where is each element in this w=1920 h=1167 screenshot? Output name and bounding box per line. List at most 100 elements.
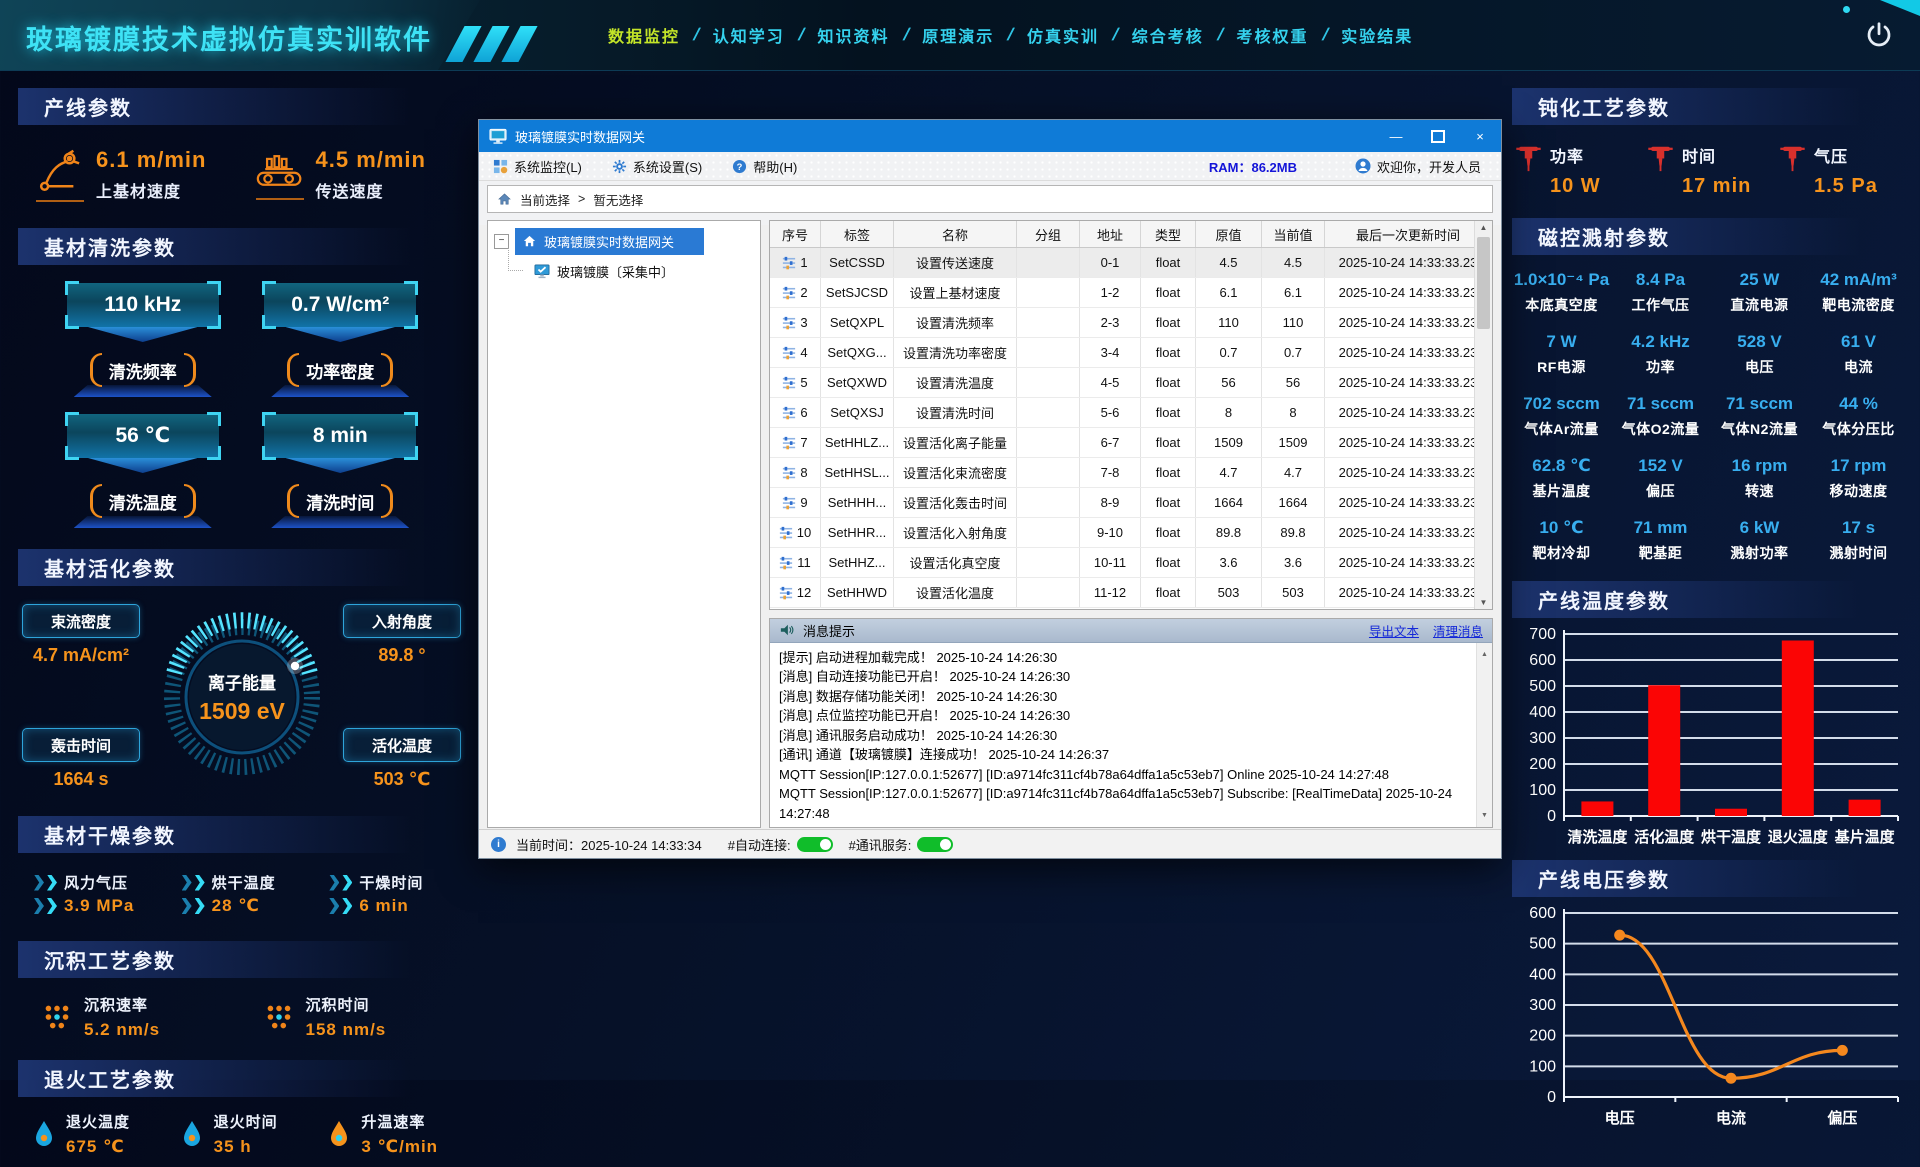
drying-row: 风力气压3.9 MPa烘干温度28 ℃干燥时间6 min — [18, 853, 465, 941]
sputtering-value: 1.0×10⁻⁴ Pa — [1512, 270, 1611, 290]
table-row[interactable]: 12SetHHWD设置活化温度11-12float5035032025-10-2… — [770, 578, 1492, 608]
maximize-button[interactable] — [1417, 120, 1459, 152]
tree-root-node[interactable]: 玻璃镀膜实时数据网关 — [515, 228, 704, 255]
table-row[interactable]: 7SetHHLZ...设置活化离子能量6-7float150915092025-… — [770, 428, 1492, 458]
table-row[interactable]: 8SetHHSL...设置活化束流密度7-8float4.74.72025-10… — [770, 458, 1492, 488]
window-titlebar[interactable]: 玻璃镀膜实时数据网关 —× — [479, 120, 1501, 152]
nav-item-5[interactable]: 仿真实训 — [1027, 23, 1099, 47]
minimize-button[interactable]: — — [1375, 120, 1417, 152]
message-scrollbar[interactable]: ▲▼ — [1476, 643, 1492, 828]
table-row[interactable]: 1SetCSSD设置传送速度0-1float4.54.52025-10-24 1… — [770, 248, 1492, 278]
menu-item-1[interactable]: 系统监控(L) — [493, 157, 582, 176]
table-scrollbar-thumb[interactable] — [1477, 237, 1490, 329]
table-cell: 3.6 — [1262, 548, 1325, 577]
nav-item-8[interactable]: 实验结果 — [1341, 23, 1413, 47]
column-header: 标签 — [821, 221, 894, 247]
message-panel-header: 消息提示 导出文本清理消息 — [770, 619, 1492, 643]
sputtering-value: 61 V — [1809, 332, 1908, 352]
current-time-label: 当前时间：2025-10-24 14:33:34 — [516, 835, 702, 854]
tree-child-node[interactable]: 玻璃镀膜〔采集中〕 — [534, 256, 760, 286]
ram-usage: RAM：86.2MB — [1209, 157, 1297, 176]
sputtering-cell: 1.0×10⁻⁴ Pa本底真空度 — [1512, 270, 1611, 315]
message-link[interactable]: 清理消息 — [1433, 621, 1483, 640]
nav-item-6[interactable]: 综合考核 — [1132, 23, 1204, 47]
table-cell: 4.7 — [1262, 458, 1325, 487]
toggle-switch[interactable] — [797, 837, 833, 852]
tree-collapse-icon[interactable]: − — [494, 234, 509, 249]
table-row[interactable]: 11SetHHZ...设置活化真空度10-11float3.63.62025-1… — [770, 548, 1492, 578]
cleaning-tiles: 110 kHz清洗频率0.7 W/cm²功率密度56 ℃清洗温度8 min清洗时… — [18, 265, 465, 549]
svg-text:600: 600 — [1529, 652, 1556, 669]
deposition-value: 158 nm/s — [306, 1020, 387, 1040]
corner-bracket-icon — [262, 446, 276, 460]
sputtering-cell: 71 sccm气体N2流量 — [1710, 394, 1809, 439]
chevron-icon — [342, 898, 352, 914]
production-value: 4.5 m/min — [316, 147, 426, 173]
table-cell: 1664 — [1262, 488, 1325, 517]
table-row[interactable]: 10SetHHR...设置活化入射角度9-10float89.889.82025… — [770, 518, 1492, 548]
table-cell: SetQXG... — [821, 338, 894, 367]
annealing-value: 675 ℃ — [66, 1137, 130, 1157]
sputtering-label: RF电源 — [1512, 357, 1611, 377]
tile-label-text: 清洗温度 — [109, 489, 177, 514]
nav-item-3[interactable]: 知识资料 — [818, 23, 890, 47]
table-row[interactable]: 9SetHHH...设置活化轰击时间8-9float166416642025-1… — [770, 488, 1492, 518]
sliders-icon — [782, 436, 796, 450]
gauge-ring-icon: 离子能量 1509 eV — [154, 609, 330, 785]
table-row[interactable]: 3SetQXPL设置清洗频率2-3float1101102025-10-24 1… — [770, 308, 1492, 338]
table-cell: 1 — [770, 248, 821, 277]
svg-text:偏压: 偏压 — [1827, 1109, 1857, 1127]
table-row[interactable]: 2SetSJCSD设置上基材速度1-2float6.16.12025-10-24… — [770, 278, 1492, 308]
svg-text:离子能量: 离子能量 — [208, 673, 276, 693]
annealing-label: 退火时间 — [214, 1111, 278, 1132]
status-toggle-group: #自动连接: — [728, 835, 833, 854]
svg-text:电压: 电压 — [1605, 1109, 1635, 1127]
close-button[interactable]: × — [1459, 120, 1501, 152]
section-title-drying: 基材干燥参数 — [18, 816, 465, 853]
main-nav: 数据监控/认知学习/知识资料/原理演示/仿真实训/综合考核/考核权重/实验结果 — [478, 0, 1413, 70]
table-cell: 设置活化入射角度 — [894, 518, 1017, 547]
menu-item-3[interactable]: ?帮助(H) — [732, 157, 797, 176]
table-cell: 10-11 — [1080, 548, 1141, 577]
tile-label-text: 清洗频率 — [109, 358, 177, 383]
sputtering-cell: 71 mm靶基距 — [1611, 518, 1710, 563]
sputtering-cell: 8.4 Pa工作气压 — [1611, 270, 1710, 315]
tile-value: 56 ℃ — [67, 414, 219, 458]
table-cell: float — [1141, 428, 1196, 457]
activation-right-column: 入射角度89.8 °活化温度503 ℃ — [341, 604, 463, 790]
table-cell: 56 — [1262, 368, 1325, 397]
drying-label: 风力气压 — [64, 872, 128, 893]
nav-item-4[interactable]: 原理演示 — [922, 23, 994, 47]
breadcrumb-current[interactable]: 当前选择 — [520, 190, 570, 209]
nav-item-7[interactable]: 考核权重 — [1237, 23, 1309, 47]
sputtering-label: 直流电源 — [1710, 295, 1809, 315]
sputtering-value: 71 sccm — [1611, 394, 1710, 414]
table-row[interactable]: 6SetQXSJ设置清洗时间5-6float882025-10-24 14:33… — [770, 398, 1492, 428]
table-cell: 12 — [770, 578, 821, 607]
tile-label: 清洗频率 — [88, 351, 198, 391]
message-link[interactable]: 导出文本 — [1369, 621, 1419, 640]
table-row[interactable]: 5SetQXWD设置清洗温度4-5float56562025-10-24 14:… — [770, 368, 1492, 398]
deposition-label: 沉积速率 — [84, 994, 160, 1015]
table-row[interactable]: 4SetQXG...设置清洗功率密度3-4float0.70.72025-10-… — [770, 338, 1492, 368]
svg-text:清洗温度: 清洗温度 — [1567, 828, 1628, 846]
nav-item-2[interactable]: 认知学习 — [713, 23, 785, 47]
gateway-window: 玻璃镀膜实时数据网关 — × 系统监控(L) 系统设置(S) ?帮助(H) RAM：86… — [478, 119, 1502, 859]
sputtering-cell: 4.2 kHz功率 — [1611, 332, 1710, 377]
table-cell: SetHHWD — [821, 578, 894, 607]
svg-text:400: 400 — [1529, 966, 1556, 983]
nav-item-1[interactable]: 数据监控 — [608, 23, 680, 47]
svg-text:退火温度: 退火温度 — [1768, 828, 1829, 846]
table-cell: 503 — [1262, 578, 1325, 607]
table-cell: 9 — [770, 488, 821, 517]
robot-arm-icon — [36, 147, 84, 202]
toggle-switch[interactable] — [917, 837, 953, 852]
table-cell: float — [1141, 398, 1196, 427]
menu-item-2[interactable]: 系统设置(S) — [612, 157, 702, 176]
sputtering-label: 偏压 — [1611, 481, 1710, 501]
message-line: MQTT Session[IP:127.0.0.1:52677] [ID:a97… — [779, 765, 1468, 785]
section-title-temperature-chart: 产线温度参数 — [1512, 581, 1908, 618]
annealing-value: 3 ℃/min — [361, 1137, 438, 1157]
tile-label: 清洗时间 — [285, 482, 395, 522]
power-button[interactable] — [1864, 20, 1894, 50]
